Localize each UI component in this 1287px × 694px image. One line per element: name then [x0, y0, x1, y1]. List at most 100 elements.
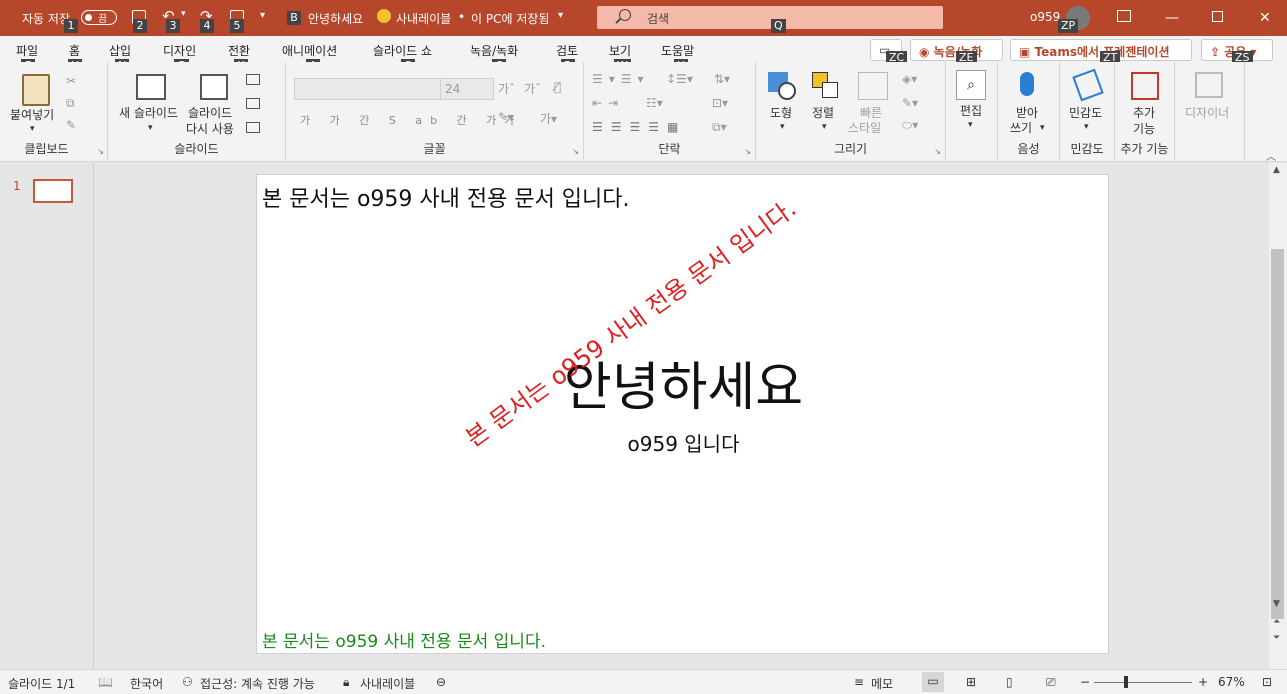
- tab-insert[interactable]: 삽입: [109, 42, 131, 59]
- autosave-toggle[interactable]: 끔: [81, 10, 117, 25]
- dictate-label-2[interactable]: 쓰기: [1010, 121, 1032, 136]
- shapes-label[interactable]: 도형: [770, 106, 792, 121]
- addins-label-1[interactable]: 추가: [1133, 106, 1155, 121]
- reset-icon[interactable]: [246, 98, 260, 109]
- tab-transitions[interactable]: 전환: [228, 42, 250, 59]
- chevron-down-icon[interactable]: ▾: [30, 122, 35, 137]
- chevron-down-icon[interactable]: ▾: [148, 121, 153, 136]
- chevron-down-icon[interactable]: ▾: [1040, 121, 1045, 136]
- chevron-down-icon[interactable]: ▾: [558, 10, 563, 21]
- shape-effects-icon[interactable]: ⬭▾: [902, 118, 918, 133]
- zoom-out-icon[interactable]: −: [1080, 675, 1090, 689]
- user-name[interactable]: o959: [1030, 10, 1060, 24]
- columns-icon[interactable]: ☷▾: [646, 96, 663, 110]
- document-title[interactable]: 안녕하세요: [308, 10, 363, 27]
- sensitivity-label[interactable]: 사내레이블: [396, 10, 451, 27]
- slideshow-icon[interactable]: ⎚: [1046, 675, 1056, 690]
- chevron-down-icon[interactable]: ▾: [822, 120, 827, 135]
- tab-home[interactable]: 홈: [69, 42, 80, 59]
- align-text-icon[interactable]: ⊡▾: [712, 96, 728, 110]
- addins-icon[interactable]: [1131, 72, 1159, 100]
- fit-to-window-icon[interactable]: ⊡: [1262, 675, 1272, 689]
- slide-thumbnail[interactable]: [33, 179, 73, 203]
- dialog-launcher-icon[interactable]: ↘: [744, 147, 751, 156]
- normal-view-icon[interactable]: ▭: [922, 672, 944, 692]
- designer-label[interactable]: 디자이너: [1185, 106, 1229, 121]
- tab-file[interactable]: 파일: [16, 42, 38, 59]
- chevron-down-icon[interactable]: ▾: [1084, 120, 1089, 135]
- footer-textbox[interactable]: 본 문서는 o959 사내 전용 문서 입니다.: [262, 627, 546, 652]
- format-painter-icon[interactable]: ✎: [66, 118, 76, 132]
- new-slide-icon[interactable]: [136, 74, 166, 100]
- reuse-slides-icon[interactable]: [200, 74, 228, 100]
- new-slide-label[interactable]: 새 슬라이드: [119, 106, 178, 121]
- customize-qat-icon[interactable]: ▾: [260, 10, 265, 21]
- tab-slideshow[interactable]: 슬라이드 쇼: [373, 42, 432, 59]
- next-slide-icon[interactable]: ⏷: [1273, 633, 1280, 643]
- quick-styles-label-2[interactable]: 스타일: [848, 121, 881, 136]
- minimize-icon[interactable]: —: [1165, 10, 1179, 26]
- dialog-launcher-icon[interactable]: ↘: [934, 147, 941, 156]
- sort-icon[interactable]: ⇅▾: [714, 72, 730, 86]
- quick-styles-icon[interactable]: [858, 72, 888, 100]
- ribbon-display-icon[interactable]: [1117, 10, 1131, 22]
- close-icon[interactable]: ✕: [1259, 10, 1271, 26]
- maximize-icon[interactable]: [1212, 11, 1223, 22]
- slide-title[interactable]: 안녕하세요: [257, 345, 1108, 420]
- sensitivity-button-label[interactable]: 민감도: [1069, 106, 1102, 121]
- slide-canvas[interactable]: 본 문서는 o959 사내 전용 문서 입니다. 안녕하세요 o959 입니다 …: [256, 174, 1109, 654]
- font-family-dropdown[interactable]: [294, 78, 442, 100]
- slide-subtitle[interactable]: o959 입니다: [257, 428, 1108, 457]
- addins-label-2[interactable]: 기능: [1133, 122, 1155, 137]
- accessibility-icon[interactable]: ⚇: [182, 675, 193, 689]
- dictate-label-1[interactable]: 받아: [1016, 106, 1038, 121]
- sensitivity-icon[interactable]: [1072, 68, 1104, 102]
- find-icon[interactable]: ⌕: [956, 70, 986, 100]
- shrink-font-icon[interactable]: 가ˇ: [524, 80, 541, 97]
- section-icon[interactable]: [246, 122, 260, 133]
- editing-label[interactable]: 편집: [960, 104, 982, 119]
- accessibility-label[interactable]: 접근성: 계속 진행 가능: [200, 675, 315, 692]
- scroll-down-icon[interactable]: ▼: [1273, 599, 1280, 609]
- collapse-ribbon-icon[interactable]: ︿: [1266, 148, 1276, 163]
- reuse-label-1[interactable]: 슬라이드: [188, 106, 232, 121]
- font-size-dropdown[interactable]: 24: [440, 78, 494, 100]
- macro-icon[interactable]: ⊖: [436, 675, 446, 689]
- layout-icon[interactable]: [246, 74, 260, 85]
- clear-format-icon[interactable]: 가̸: [554, 80, 561, 94]
- vertical-scrollbar[interactable]: ▲ ▼ ⏶ ⏷: [1269, 163, 1287, 669]
- language-label[interactable]: 한국어: [130, 675, 163, 692]
- line-spacing-icon[interactable]: ↕☰▾: [666, 72, 693, 86]
- dialog-launcher-icon[interactable]: ↘: [97, 147, 104, 156]
- chevron-down-icon[interactable]: ▾: [780, 120, 785, 135]
- sensitivity-status[interactable]: 사내레이블: [360, 675, 415, 692]
- dialog-launcher-icon[interactable]: ↘: [572, 147, 579, 156]
- zoom-slider-thumb[interactable]: [1124, 676, 1128, 688]
- search-box[interactable]: 검색: [597, 6, 943, 29]
- align-icons[interactable]: ☰☰☰☰▦: [592, 120, 686, 134]
- tab-record[interactable]: 녹음/녹화: [470, 42, 518, 59]
- font-color-icon[interactable]: 가▾: [540, 110, 557, 127]
- tab-design[interactable]: 디자인: [163, 42, 196, 59]
- save-location[interactable]: 이 PC에 저장됨: [471, 10, 549, 27]
- scrollbar-thumb[interactable]: [1271, 249, 1284, 619]
- notes-icon[interactable]: ≡: [854, 675, 864, 689]
- shape-fill-icon[interactable]: ◈▾: [902, 72, 917, 86]
- list-icons[interactable]: ☰▾☰▾: [592, 72, 650, 86]
- dictate-icon[interactable]: [1020, 72, 1034, 96]
- notes-label[interactable]: 메모: [871, 675, 893, 692]
- paste-icon[interactable]: [22, 74, 50, 106]
- tab-review[interactable]: 검토: [556, 42, 578, 59]
- previous-slide-icon[interactable]: ⏶: [1273, 617, 1280, 627]
- undo-dropdown-icon[interactable]: ▾: [181, 9, 186, 19]
- zoom-slider[interactable]: [1094, 682, 1192, 683]
- reuse-label-2[interactable]: 다시 사용: [186, 122, 234, 137]
- zoom-level[interactable]: 67%: [1218, 675, 1245, 689]
- highlight-icon[interactable]: ✎▾: [498, 110, 514, 124]
- tab-help[interactable]: 도움말: [661, 42, 694, 59]
- smartart-icon[interactable]: ⧉▾: [712, 120, 727, 135]
- cut-icon[interactable]: ✂: [66, 74, 76, 88]
- spelling-icon[interactable]: 📖: [98, 675, 113, 689]
- font-style-row[interactable]: 가 가 간 S ab 간 가가: [300, 112, 522, 128]
- arrange-label[interactable]: 정렬: [812, 106, 834, 121]
